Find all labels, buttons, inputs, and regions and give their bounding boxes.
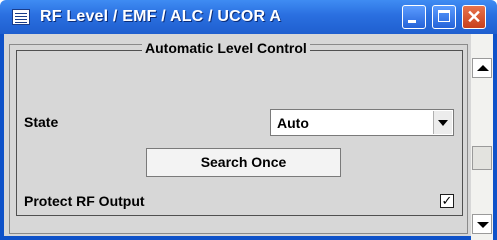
checkmark-icon: ✓: [441, 193, 453, 208]
state-dropdown-value: Auto: [277, 115, 309, 131]
state-label: State: [24, 114, 59, 130]
title-bar[interactable]: RF Level / EMF / ALC / UCOR A ✕: [0, 0, 497, 34]
group-title: Automatic Level Control: [142, 40, 310, 56]
protect-rf-output-label: Protect RF Output: [24, 193, 145, 209]
state-dropdown[interactable]: Auto: [270, 109, 454, 136]
minimize-icon: [408, 20, 416, 23]
maximize-button[interactable]: [432, 5, 456, 29]
maximize-icon: [438, 10, 450, 22]
scroll-thumb[interactable]: [472, 146, 492, 170]
close-button[interactable]: ✕: [462, 5, 486, 29]
arrow-down-icon: [477, 222, 489, 228]
window-title: RF Level / EMF / ALC / UCOR A: [40, 8, 282, 25]
scroll-up-button[interactable]: [472, 58, 492, 78]
arrow-up-icon: [477, 65, 489, 71]
app-window: RF Level / EMF / ALC / UCOR A ✕ Automati…: [0, 0, 497, 240]
close-icon: ✕: [466, 7, 482, 27]
protect-rf-output-checkbox[interactable]: ✓: [440, 194, 454, 208]
vertical-scrollbar[interactable]: [471, 34, 493, 240]
dropdown-button[interactable]: [433, 111, 452, 134]
grid-app-icon[interactable]: [12, 9, 30, 25]
chevron-down-icon: [438, 120, 448, 126]
search-once-button[interactable]: Search Once: [146, 148, 341, 177]
minimize-button[interactable]: [402, 5, 426, 29]
scroll-down-button[interactable]: [472, 214, 492, 234]
